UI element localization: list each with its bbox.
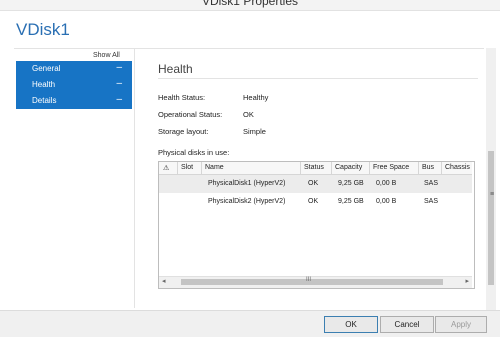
vertical-scrollbar[interactable]: ≡ xyxy=(486,48,496,310)
sidebar-item-label: Details xyxy=(32,96,57,105)
scroll-grip-icon: III xyxy=(306,277,312,283)
table-row[interactable]: PhysicalDisk2 (HyperV2) OK 9,25 GB 0,00 … xyxy=(159,193,472,211)
cancel-button[interactable]: Cancel xyxy=(380,316,434,333)
scroll-left-icon[interactable]: ◂ xyxy=(162,277,166,285)
storage-layout-label: Storage layout: xyxy=(158,127,209,136)
show-all-link[interactable]: Show All xyxy=(93,52,120,59)
column-status[interactable]: Status xyxy=(304,164,324,171)
page-title: VDisk1 xyxy=(16,20,70,39)
dialog-footer: OK Cancel Apply xyxy=(0,310,500,337)
status-cell: OK xyxy=(308,198,319,205)
operational-status-value: OK xyxy=(243,110,254,119)
status-cell: OK xyxy=(308,180,319,187)
collapse-icon[interactable]: – xyxy=(116,78,122,89)
warning-icon[interactable]: ⚠ xyxy=(163,164,169,172)
scroll-right-icon[interactable]: ▸ xyxy=(465,277,469,285)
collapse-icon[interactable]: – xyxy=(116,94,122,105)
bus-cell: SAS xyxy=(424,198,439,205)
health-status-value: Healthy xyxy=(243,93,269,102)
bus-cell: SAS xyxy=(424,180,439,187)
sidebar-item-general[interactable]: General – xyxy=(16,61,132,77)
collapse-icon[interactable]: – xyxy=(116,62,122,73)
section-divider xyxy=(158,78,478,79)
capacity-cell: 9,25 GB xyxy=(338,180,364,187)
sidebar-item-details[interactable]: Details – xyxy=(16,93,132,109)
header-divider xyxy=(14,48,484,49)
column-chassis[interactable]: Chassis xyxy=(445,164,470,171)
name-cell: PhysicalDisk1 (HyperV2) xyxy=(208,180,286,187)
sidebar-item-health[interactable]: Health – xyxy=(16,77,132,93)
sidebar-item-label: General xyxy=(32,64,61,73)
column-slot[interactable]: Slot xyxy=(181,164,193,171)
column-name[interactable]: Name xyxy=(205,164,224,171)
scroll-grip-icon: ≡ xyxy=(490,191,495,198)
horizontal-scrollbar[interactable]: ◂ III ▸ xyxy=(159,276,472,288)
column-free-space[interactable]: Free Space xyxy=(373,164,409,171)
free-space-cell: 0,00 B xyxy=(376,180,397,187)
sidebar-item-label: Health xyxy=(32,80,56,89)
physical-disks-label: Physical disks in use: xyxy=(158,148,230,157)
vertical-scroll-thumb[interactable]: ≡ xyxy=(488,151,494,285)
ok-button[interactable]: OK xyxy=(324,316,378,333)
operational-status-label: Operational Status: xyxy=(158,110,223,119)
capacity-cell: 9,25 GB xyxy=(338,198,364,205)
table-header: ⚠ Slot Name Status Capacity Free Space B… xyxy=(159,162,472,175)
free-space-cell: 0,00 B xyxy=(376,198,397,205)
panel-separator xyxy=(134,48,135,308)
column-capacity[interactable]: Capacity xyxy=(335,164,362,171)
table-row[interactable]: PhysicalDisk1 (HyperV2) OK 9,25 GB 0,00 … xyxy=(159,175,472,193)
horizontal-scroll-thumb[interactable]: III xyxy=(181,277,443,285)
health-status-label: Health Status: xyxy=(158,93,206,102)
storage-layout-value: Simple xyxy=(243,127,266,136)
title-bar: VDisk1 Properties xyxy=(0,0,500,11)
window-title: VDisk1 Properties xyxy=(201,0,299,8)
section-title: Health xyxy=(158,62,193,76)
sidebar-nav: General – Health – Details – xyxy=(16,61,132,109)
name-cell: PhysicalDisk2 (HyperV2) xyxy=(208,198,286,205)
physical-disks-table[interactable]: ⚠ Slot Name Status Capacity Free Space B… xyxy=(158,161,475,289)
column-bus[interactable]: Bus xyxy=(422,164,434,171)
apply-button[interactable]: Apply xyxy=(435,316,487,333)
